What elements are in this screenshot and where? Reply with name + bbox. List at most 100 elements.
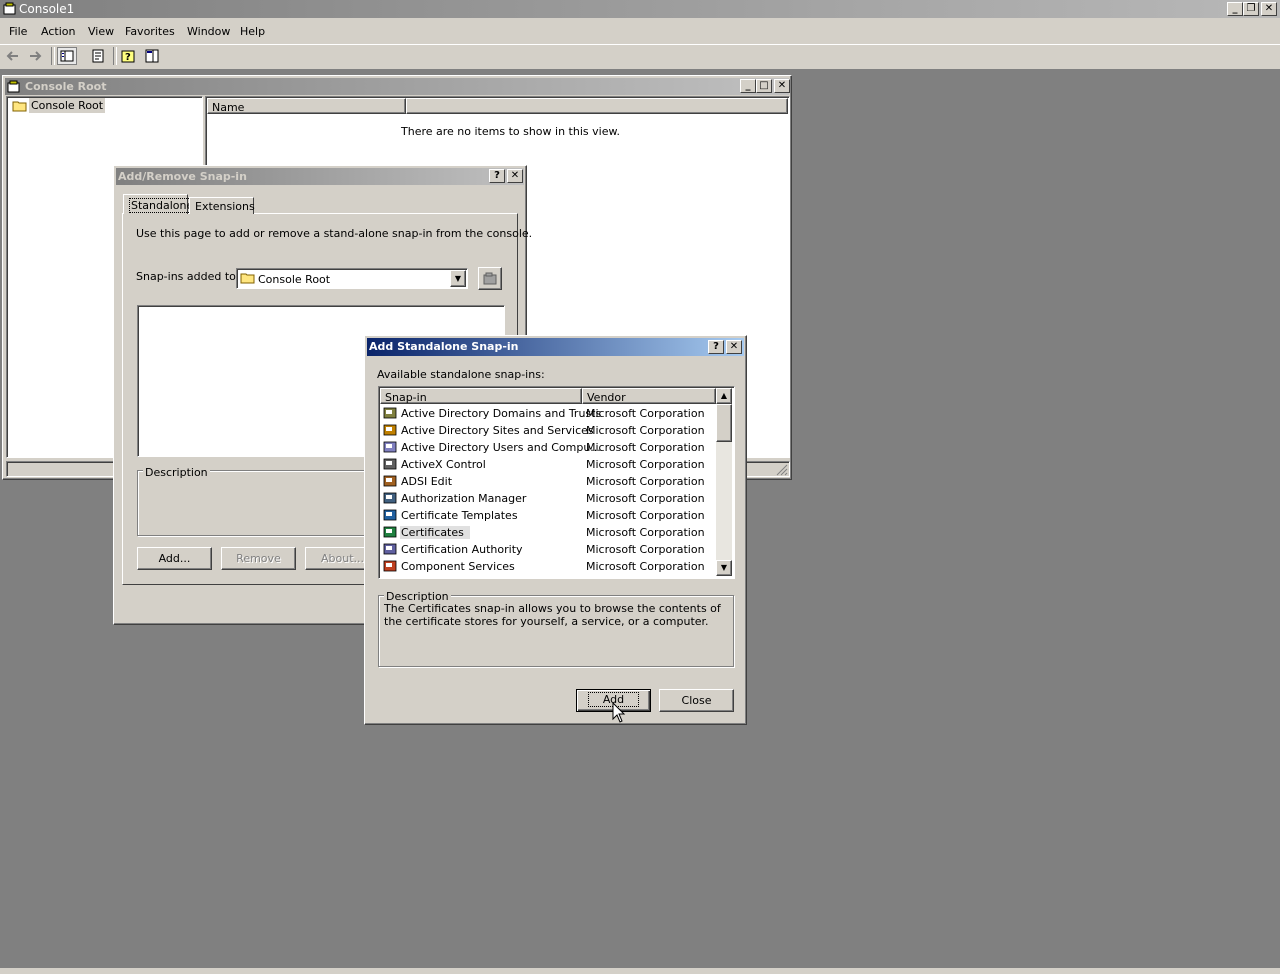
snapin-vendor: Microsoft Corporation	[586, 407, 705, 420]
add-remove-titlebar: Add/Remove Snap-in ? ✕	[116, 168, 524, 185]
tree-item-console-root[interactable]: Console Root	[29, 98, 106, 113]
show-hide-tree-icon[interactable]	[57, 47, 77, 65]
resize-grip-icon[interactable]	[776, 464, 788, 479]
ad-sites-icon	[383, 423, 398, 437]
add-remove-help-button[interactable]: ?	[489, 169, 505, 183]
snapin-row[interactable]: Certification Authority Microsoft Corpora…	[379, 541, 715, 558]
help-icon[interactable]: ?	[120, 48, 136, 67]
chevron-down-icon[interactable]: ▼	[450, 270, 466, 287]
add-snapin-button[interactable]: Add...	[137, 547, 212, 570]
remove-snapin-button-label: Remove	[236, 552, 281, 565]
snapin-row[interactable]: Certificates Microsoft Corporation	[379, 524, 715, 541]
snapin-row[interactable]: ADSI Edit Microsoft Corporation	[379, 473, 715, 490]
snapins-added-select[interactable]: Console Root ▼	[236, 268, 468, 289]
empty-list-message: There are no items to show in this view.	[401, 125, 620, 138]
console-root-titlebar: Console Root _ □ ✕	[5, 78, 790, 96]
snapin-name: Active Directory Domains and Trusts	[401, 407, 602, 420]
certificates-icon	[383, 525, 398, 539]
snapin-name: Certification Authority	[401, 543, 523, 556]
app-titlebar: Console1 _ ❐ ✕	[0, 0, 1280, 18]
child-maximize-button[interactable]: □	[756, 79, 772, 93]
menu-window[interactable]: Window	[187, 25, 230, 38]
snapin-row[interactable]: Component Services Microsoft Corporation	[379, 558, 715, 575]
snapin-vendor: Microsoft Corporation	[586, 475, 705, 488]
snapin-name: Active Directory Users and Compu...	[401, 441, 601, 454]
list-header-blank[interactable]	[406, 98, 788, 114]
add-remove-description-label: Description	[143, 466, 210, 479]
snapin-name: Component Services	[401, 560, 515, 573]
list-header-name[interactable]: Name	[207, 98, 406, 114]
snapin-name: Certificate Templates	[401, 509, 518, 522]
child-minimize-button[interactable]: _	[740, 79, 756, 93]
snapin-vendor: Microsoft Corporation	[586, 509, 705, 522]
export-list-icon[interactable]	[90, 48, 106, 67]
add-remove-close-button[interactable]: ✕	[507, 169, 523, 183]
back-arrow-icon[interactable]	[6, 49, 20, 66]
app-icon	[3, 2, 16, 15]
menu-action[interactable]: Action	[41, 25, 75, 38]
remove-snapin-button[interactable]: Remove	[221, 547, 296, 570]
snapin-vendor: Microsoft Corporation	[586, 424, 705, 437]
scroll-up-button[interactable]: ▲	[716, 388, 732, 404]
list-header-name-label: Name	[212, 101, 245, 114]
adsi-edit-icon	[383, 474, 398, 488]
certificate-templates-icon	[383, 508, 398, 522]
component-services-icon	[383, 559, 398, 573]
app-title: Console1	[19, 2, 75, 16]
snapin-rows: Active Directory Domains and Trusts Micro…	[379, 405, 716, 578]
restore-button[interactable]: ❐	[1243, 2, 1259, 16]
minimize-button[interactable]: _	[1227, 2, 1243, 16]
ad-domains-icon	[383, 406, 398, 420]
scroll-thumb[interactable]	[716, 404, 732, 442]
tab-standalone[interactable]: Standalone	[123, 194, 196, 214]
show-action-pane-icon[interactable]	[144, 48, 160, 67]
standalone-close-x-button[interactable]: ✕	[726, 340, 742, 354]
snapin-vendor: Microsoft Corporation	[586, 526, 705, 539]
snapin-row[interactable]: ActiveX Control Microsoft Corporation	[379, 456, 715, 473]
snapin-row[interactable]: Active Directory Domains and Trusts Micro…	[379, 405, 715, 422]
snapin-row[interactable]: Certificate Templates Microsoft Corporati…	[379, 507, 715, 524]
scroll-down-button[interactable]: ▼	[716, 560, 732, 576]
snapin-vendor: Microsoft Corporation	[586, 441, 705, 454]
menu-view[interactable]: View	[88, 25, 114, 38]
tab-standalone-label: Standalone	[129, 198, 196, 213]
standalone-close-button[interactable]: Close	[659, 689, 734, 712]
snapin-vendor: Microsoft Corporation	[586, 560, 705, 573]
mouse-cursor-icon	[612, 701, 626, 727]
snapin-row[interactable]: Active Directory Users and Compu... Micro…	[379, 439, 715, 456]
standalone-help-button[interactable]: ?	[708, 340, 724, 354]
column-header-snapin[interactable]: Snap-in	[380, 388, 582, 404]
add-snapin-button-label: Add...	[158, 552, 191, 565]
svg-text:?: ?	[125, 52, 131, 63]
folder-icon	[12, 99, 28, 116]
activex-icon	[383, 457, 398, 471]
snapin-name: Authorization Manager	[401, 492, 527, 505]
add-remove-intro: Use this page to add or remove a stand-a…	[136, 227, 533, 240]
toolbar	[0, 45, 1280, 70]
available-snapins-label: Available standalone snap-ins:	[377, 368, 545, 381]
tab-extensions-label: Extensions	[195, 200, 255, 213]
ad-users-icon	[383, 440, 398, 454]
snapin-row[interactable]: Authorization Manager Microsoft Corporati…	[379, 490, 715, 507]
menu-favorites[interactable]: Favorites	[125, 25, 175, 38]
browse-folder-icon	[482, 272, 498, 290]
menu-file[interactable]: File	[9, 25, 27, 38]
tab-extensions[interactable]: Extensions	[189, 197, 255, 214]
menu-help[interactable]: Help	[240, 25, 265, 38]
available-snapins-list[interactable]: Snap-in Vendor Active Directory Domains …	[378, 386, 735, 579]
snapin-name: Active Directory Sites and Services	[401, 424, 594, 437]
close-button[interactable]: ✕	[1261, 2, 1277, 16]
snapin-vendor: Microsoft Corporation	[586, 492, 705, 505]
column-header-vendor-label: Vendor	[587, 391, 626, 404]
snapin-row[interactable]: Active Directory Sites and Services Micro…	[379, 422, 715, 439]
standalone-description-text: The Certificates snap-in allows you to b…	[384, 602, 721, 628]
forward-arrow-icon[interactable]	[28, 49, 42, 66]
snapin-name: Certificates	[400, 526, 470, 539]
console-root-icon	[7, 80, 20, 96]
browse-folder-button[interactable]	[478, 267, 502, 290]
certification-authority-icon	[383, 542, 398, 556]
toolbar-separator-2	[113, 47, 117, 65]
snapin-vendor: Microsoft Corporation	[586, 458, 705, 471]
column-header-vendor[interactable]: Vendor	[582, 388, 716, 404]
child-close-button[interactable]: ✕	[774, 79, 790, 93]
